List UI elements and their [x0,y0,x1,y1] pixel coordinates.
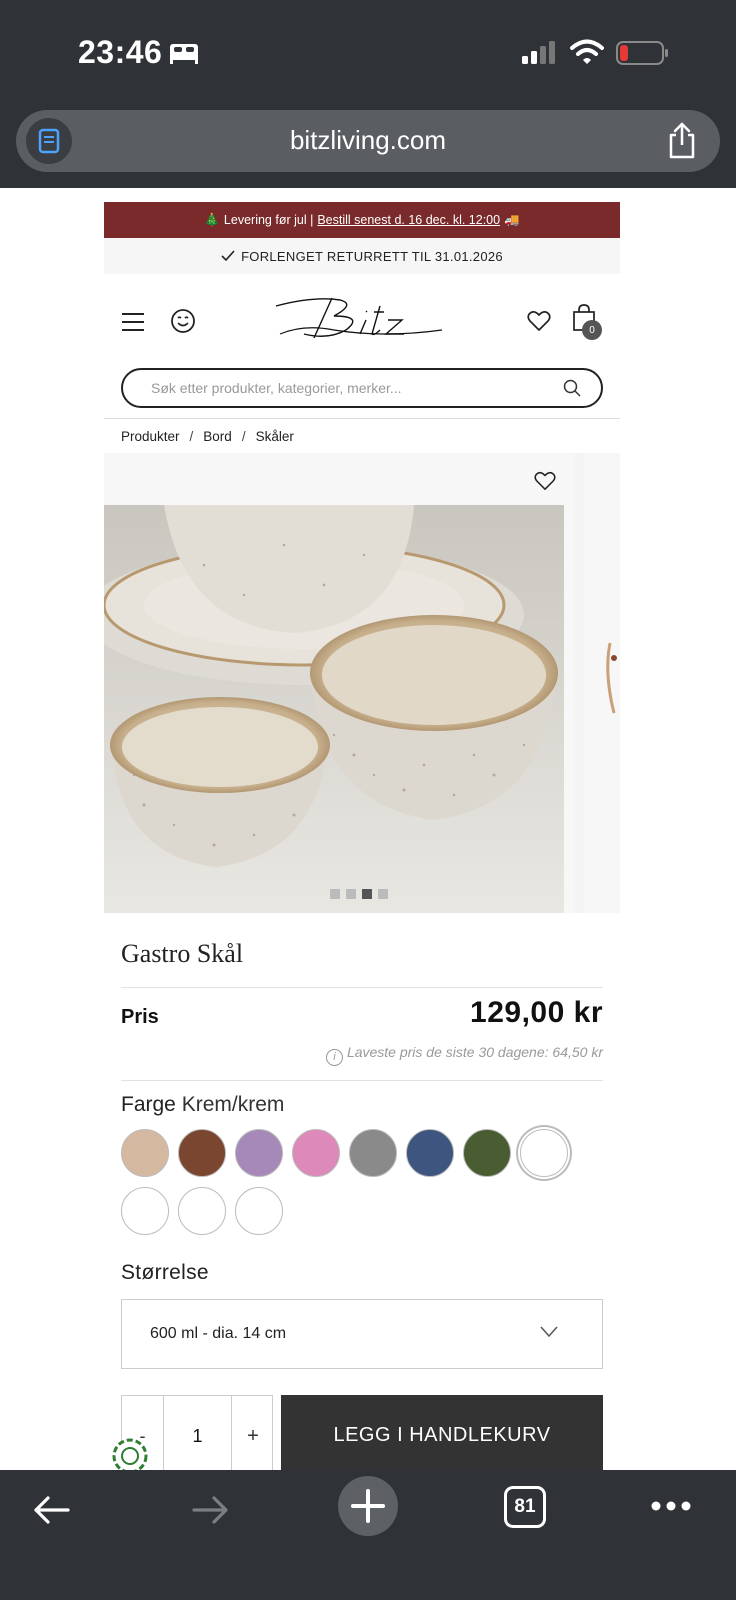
color-swatch[interactable] [235,1129,283,1177]
cellular-signal-icon [522,41,555,64]
promo-link[interactable]: Bestill senest d. 16 dec. kl. 12:00 [317,213,500,227]
tree-emoji: 🎄 [204,212,220,227]
gallery-dot[interactable] [378,889,388,899]
color-swatch[interactable] [121,1187,169,1235]
color-label: Farge [121,1093,176,1116]
size-selected-value[interactable]: 600 ml - dia. 14 cm [150,1325,286,1343]
lowest-price-text: Laveste pris de siste 30 dagene: 64,50 k… [346,1044,603,1060]
color-value: Krem/krem [181,1093,285,1116]
color-swatches [121,1129,581,1235]
checkmark-icon [221,250,235,262]
gallery-dot[interactable] [330,889,340,899]
breadcrumb: Produkter / Bord / Skåler [104,419,620,453]
color-swatch-selected[interactable] [520,1129,568,1177]
search-icon[interactable] [563,379,581,397]
address-bar[interactable]: bitzliving.com [16,110,720,172]
search-input[interactable] [151,378,551,398]
size-heading: Størrelse [121,1261,209,1284]
gallery-dot[interactable] [346,889,356,899]
color-swatch[interactable] [349,1129,397,1177]
color-swatch[interactable] [292,1129,340,1177]
chevron-down-icon[interactable] [540,1326,558,1338]
more-options-icon[interactable] [650,1496,692,1516]
web-page: 🎄 Levering før jul | Bestill senest d. 1… [104,188,620,1470]
browser-top-chrome: 23:46 bitzliving.com [0,0,736,188]
breadcrumb-item-produkter[interactable]: Produkter [121,429,180,444]
next-product-image-peek[interactable] [574,453,620,913]
breadcrumb-item-skaler[interactable]: Skåler [256,429,294,444]
gallery-dot-active[interactable] [362,889,372,899]
price-label: Pris [121,1006,159,1028]
product-photo[interactable] [104,505,564,913]
size-dropdown[interactable]: 600 ml - dia. 14 cm [121,1299,603,1369]
return-banner-text: FORLENGET RETURRETT TIL 31.01.2026 [241,248,503,264]
site-header: 0 [104,274,620,364]
breadcrumb-separator: / [241,428,246,444]
quantity-value[interactable]: 1 [164,1396,232,1470]
next-image-preview [584,453,620,913]
wishlist-heart-icon[interactable] [527,310,551,332]
color-heading: Farge Krem/krem [121,1093,603,1117]
color-swatch[interactable] [178,1187,226,1235]
color-swatch[interactable] [463,1129,511,1177]
tab-count-button[interactable]: 81 [504,1486,546,1528]
price-value: 129,00 kr [470,996,603,1029]
back-arrow-icon[interactable] [32,1490,72,1530]
lowest-price-note: i Laveste pris de siste 30 dagene: 64,50 … [121,1040,603,1081]
browser-bottom-toolbar: 81 [0,1470,736,1600]
promo-lead-text: Levering før jul | [223,213,314,227]
info-icon[interactable]: i [325,1049,343,1066]
battery-icon [616,41,668,65]
status-time: 23:46 [78,34,163,70]
eco-badge-icon[interactable] [112,1438,148,1470]
wifi-icon [570,39,604,64]
product-title: Gastro Skål [121,913,603,988]
sleep-mode-icon [170,44,198,64]
add-to-cart-button[interactable]: LEGG I HANDLEKURV [281,1395,603,1470]
search-box[interactable] [121,368,603,408]
menu-icon[interactable] [122,312,144,332]
account-smiley-icon[interactable] [170,308,196,334]
product-image-gallery[interactable] [104,453,620,913]
search-area [104,364,620,412]
quantity-increase-button[interactable]: + [232,1396,274,1470]
forward-arrow-icon[interactable] [190,1490,230,1530]
promo-banner[interactable]: 🎄 Levering før jul | Bestill senest d. 1… [104,202,620,238]
price-row: Pris 129,00 kr [121,988,603,1040]
return-policy-banner: FORLENGET RETURRETT TIL 31.01.2026 [104,238,620,274]
add-to-wishlist-heart-icon[interactable] [534,471,556,491]
plus-icon [351,1489,385,1523]
breadcrumb-separator: / [189,428,194,444]
share-icon[interactable] [666,122,698,160]
gallery-pagination [330,889,388,899]
cart-count-badge: 0 [582,320,602,340]
url-text[interactable]: bitzliving.com [16,125,720,156]
breadcrumb-item-bord[interactable]: Bord [203,429,232,444]
truck-emoji: 🚚 [504,212,520,227]
color-swatch[interactable] [121,1129,169,1177]
new-tab-button[interactable] [338,1476,398,1536]
color-swatch[interactable] [178,1129,226,1177]
add-to-cart-row: - 1 + LEGG I HANDLEKURV [121,1395,603,1470]
color-swatch[interactable] [406,1129,454,1177]
bitz-logo[interactable] [274,294,446,346]
color-swatch[interactable] [235,1187,283,1235]
